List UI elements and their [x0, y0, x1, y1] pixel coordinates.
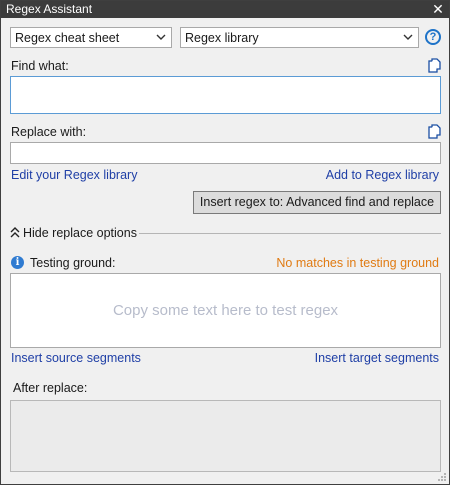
- add-to-regex-library-link[interactable]: Add to Regex library: [326, 168, 439, 182]
- help-icon[interactable]: ?: [425, 29, 441, 45]
- section-divider: [139, 233, 441, 234]
- regex-library-dropdown[interactable]: Regex library: [180, 27, 419, 48]
- testing-ground-placeholder: Copy some text here to test regex: [112, 302, 339, 319]
- find-what-input[interactable]: [10, 76, 441, 114]
- chevron-down-icon: [403, 34, 413, 40]
- edit-regex-library-link[interactable]: Edit your Regex library: [11, 168, 137, 182]
- close-icon[interactable]: ✕: [431, 1, 445, 17]
- cheat-sheet-selected-value: Regex cheat sheet: [15, 31, 120, 45]
- testing-ground-label: Testing ground:: [30, 256, 116, 270]
- window-title: Regex Assistant: [6, 2, 93, 16]
- chevron-down-icon: [156, 34, 166, 40]
- copy-icon[interactable]: [428, 58, 441, 73]
- info-icon: i: [11, 256, 24, 269]
- regex-cheat-sheet-dropdown[interactable]: Regex cheat sheet: [10, 27, 172, 48]
- replace-with-input[interactable]: [10, 142, 441, 164]
- replace-with-label: Replace with:: [11, 125, 87, 139]
- library-selected-value: Regex library: [185, 31, 259, 45]
- after-replace-output: [10, 400, 441, 472]
- after-replace-label: After replace:: [13, 381, 88, 395]
- insert-source-segments-link[interactable]: Insert source segments: [11, 351, 141, 365]
- hide-replace-options-toggle[interactable]: Hide replace options: [23, 226, 137, 240]
- double-chevron-up-icon[interactable]: [10, 227, 20, 239]
- insert-regex-button[interactable]: Insert regex to: Advanced find and repla…: [193, 191, 441, 214]
- regex-assistant-window: Regex Assistant ✕ Regex cheat sheet Rege…: [0, 0, 450, 485]
- copy-icon[interactable]: [428, 124, 441, 139]
- find-what-label: Find what:: [11, 59, 69, 73]
- insert-target-segments-link[interactable]: Insert target segments: [315, 351, 439, 365]
- testing-ground-textarea[interactable]: Copy some text here to test regex: [10, 273, 441, 348]
- title-bar: Regex Assistant ✕: [1, 1, 449, 18]
- testing-status-text: No matches in testing ground: [276, 256, 439, 270]
- resize-grip-icon[interactable]: [437, 472, 447, 482]
